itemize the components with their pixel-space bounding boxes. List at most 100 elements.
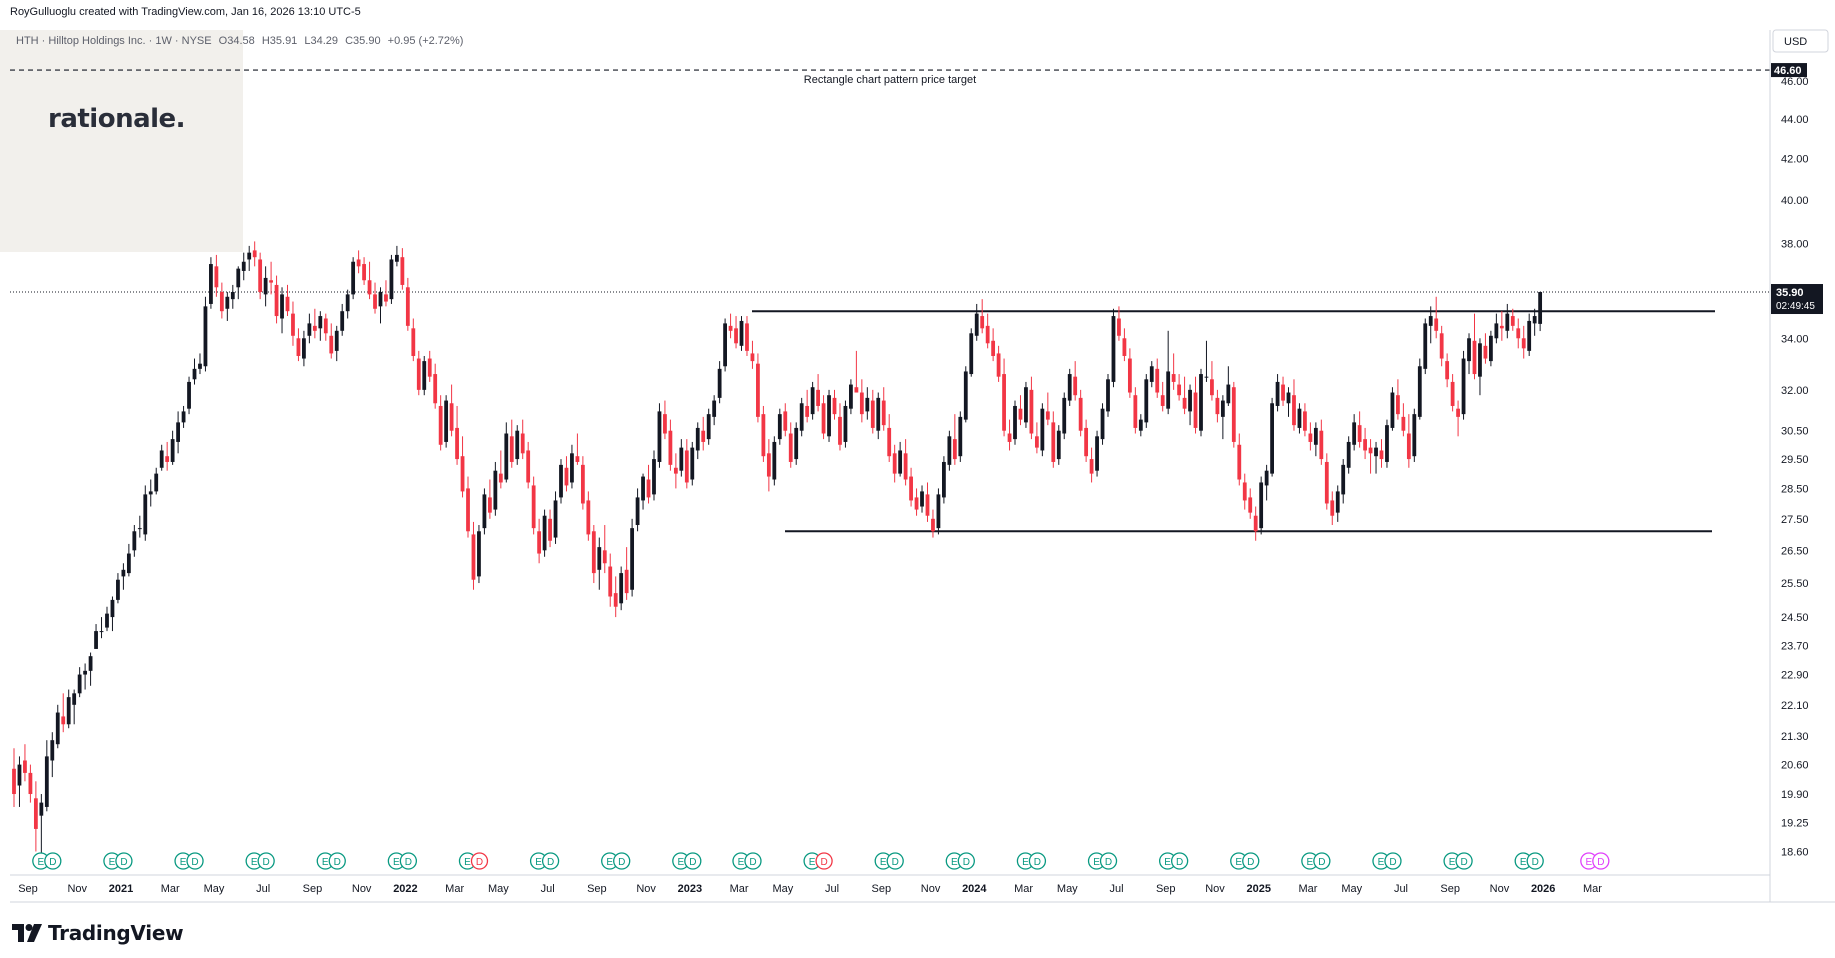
candle[interactable]	[936, 488, 941, 535]
candle[interactable]	[471, 521, 476, 590]
candle[interactable]	[870, 389, 875, 434]
price-tick-label[interactable]: 23.70	[1781, 640, 1809, 652]
earnings-event-icon[interactable]: ED	[32, 852, 62, 870]
candle[interactable]	[920, 485, 924, 513]
candle[interactable]	[952, 414, 957, 465]
candle[interactable]	[1445, 353, 1450, 388]
earnings-event-icon[interactable]: ED	[672, 852, 702, 870]
candle[interactable]	[641, 473, 645, 510]
candle[interactable]	[1390, 387, 1395, 431]
candle[interactable]	[816, 374, 820, 412]
candle[interactable]	[1193, 376, 1198, 434]
candle[interactable]	[94, 624, 98, 649]
candle[interactable]	[1281, 376, 1285, 406]
candle[interactable]	[750, 340, 755, 369]
time-tick-label[interactable]: Sep	[18, 883, 38, 895]
candle[interactable]	[1494, 313, 1499, 344]
price-tick-label[interactable]: 34.00	[1781, 333, 1809, 345]
candle[interactable]	[99, 617, 104, 639]
candle[interactable]	[427, 350, 432, 382]
candle[interactable]	[367, 261, 372, 300]
candle[interactable]	[1029, 376, 1034, 440]
earnings-event-icon[interactable]: ED	[945, 852, 975, 870]
candle[interactable]	[859, 379, 864, 423]
candle[interactable]	[17, 756, 22, 807]
candle[interactable]	[673, 453, 678, 489]
candle[interactable]	[1144, 374, 1149, 428]
time-tick-label[interactable]: Mar	[445, 883, 464, 895]
candle[interactable]	[482, 488, 487, 535]
candle[interactable]	[400, 248, 405, 290]
candle[interactable]	[717, 361, 722, 404]
candle[interactable]	[362, 257, 366, 285]
price-tick-label[interactable]: 18.60	[1781, 847, 1809, 859]
time-tick-label[interactable]: Sep	[872, 883, 892, 895]
time-tick-label[interactable]: Sep	[587, 883, 607, 895]
candle[interactable]	[187, 376, 191, 415]
candle[interactable]	[1346, 436, 1351, 474]
candle[interactable]	[980, 299, 985, 334]
candle[interactable]	[198, 353, 202, 375]
candle[interactable]	[1297, 403, 1302, 434]
candle[interactable]	[1160, 381, 1165, 412]
tradingview-footer-logo[interactable]: TradingView	[12, 921, 184, 945]
candle[interactable]	[531, 476, 536, 535]
candle[interactable]	[340, 303, 345, 336]
candle[interactable]	[1133, 387, 1138, 434]
candle[interactable]	[329, 323, 334, 359]
candle[interactable]	[274, 275, 279, 324]
earnings-event-icon[interactable]: ED	[1016, 852, 1047, 870]
candle[interactable]	[252, 241, 257, 267]
time-tick-label[interactable]: Mar	[1583, 883, 1602, 895]
candle[interactable]	[630, 518, 635, 597]
candle[interactable]	[1527, 313, 1532, 356]
candle[interactable]	[679, 439, 684, 477]
candle[interactable]	[903, 439, 908, 486]
candle[interactable]	[389, 254, 394, 304]
candle[interactable]	[810, 381, 815, 420]
candle[interactable]	[1084, 419, 1089, 462]
candle[interactable]	[909, 467, 913, 507]
candle[interactable]	[838, 403, 842, 451]
candle[interactable]	[1089, 447, 1094, 483]
candle[interactable]	[77, 667, 82, 698]
candle[interactable]	[597, 537, 602, 590]
earnings-event-icon[interactable]: ED	[732, 852, 762, 870]
time-tick-label[interactable]: Sep	[1156, 883, 1176, 895]
candle[interactable]	[1040, 403, 1045, 457]
earnings-event-icon[interactable]: ED	[1514, 852, 1544, 870]
time-tick-label[interactable]: May	[204, 883, 225, 895]
candle[interactable]	[1313, 422, 1318, 457]
candle[interactable]	[854, 350, 859, 393]
candle[interactable]	[312, 308, 317, 339]
candle[interactable]	[1056, 425, 1061, 465]
candle[interactable]	[504, 422, 509, 483]
candle[interactable]	[1489, 330, 1493, 367]
candle[interactable]	[1423, 318, 1428, 375]
candle[interactable]	[1073, 361, 1078, 401]
candle[interactable]	[1242, 473, 1247, 510]
candle[interactable]	[580, 456, 585, 510]
price-tick-label[interactable]: 42.00	[1781, 153, 1809, 165]
candle[interactable]	[44, 740, 49, 812]
candle[interactable]	[405, 277, 410, 331]
candle[interactable]	[974, 303, 979, 341]
candle[interactable]	[1253, 506, 1258, 541]
candle[interactable]	[116, 573, 120, 604]
candle[interactable]	[1220, 395, 1225, 440]
candle[interactable]	[991, 328, 996, 362]
price-tick-label[interactable]: 44.00	[1781, 114, 1809, 126]
earnings-event-icon[interactable]: ED	[1087, 852, 1118, 870]
time-tick-label[interactable]: 2022	[393, 883, 417, 895]
candle[interactable]	[1067, 368, 1072, 406]
price-tick-label[interactable]: 27.50	[1781, 514, 1809, 526]
candle[interactable]	[1472, 313, 1477, 380]
candle[interactable]	[230, 284, 235, 309]
candle[interactable]	[285, 284, 290, 317]
candle[interactable]	[1275, 374, 1280, 412]
candle[interactable]	[137, 515, 142, 538]
candle[interactable]	[302, 330, 306, 367]
candle[interactable]	[1264, 464, 1269, 501]
candle[interactable]	[55, 704, 60, 749]
candle[interactable]	[1182, 376, 1187, 415]
